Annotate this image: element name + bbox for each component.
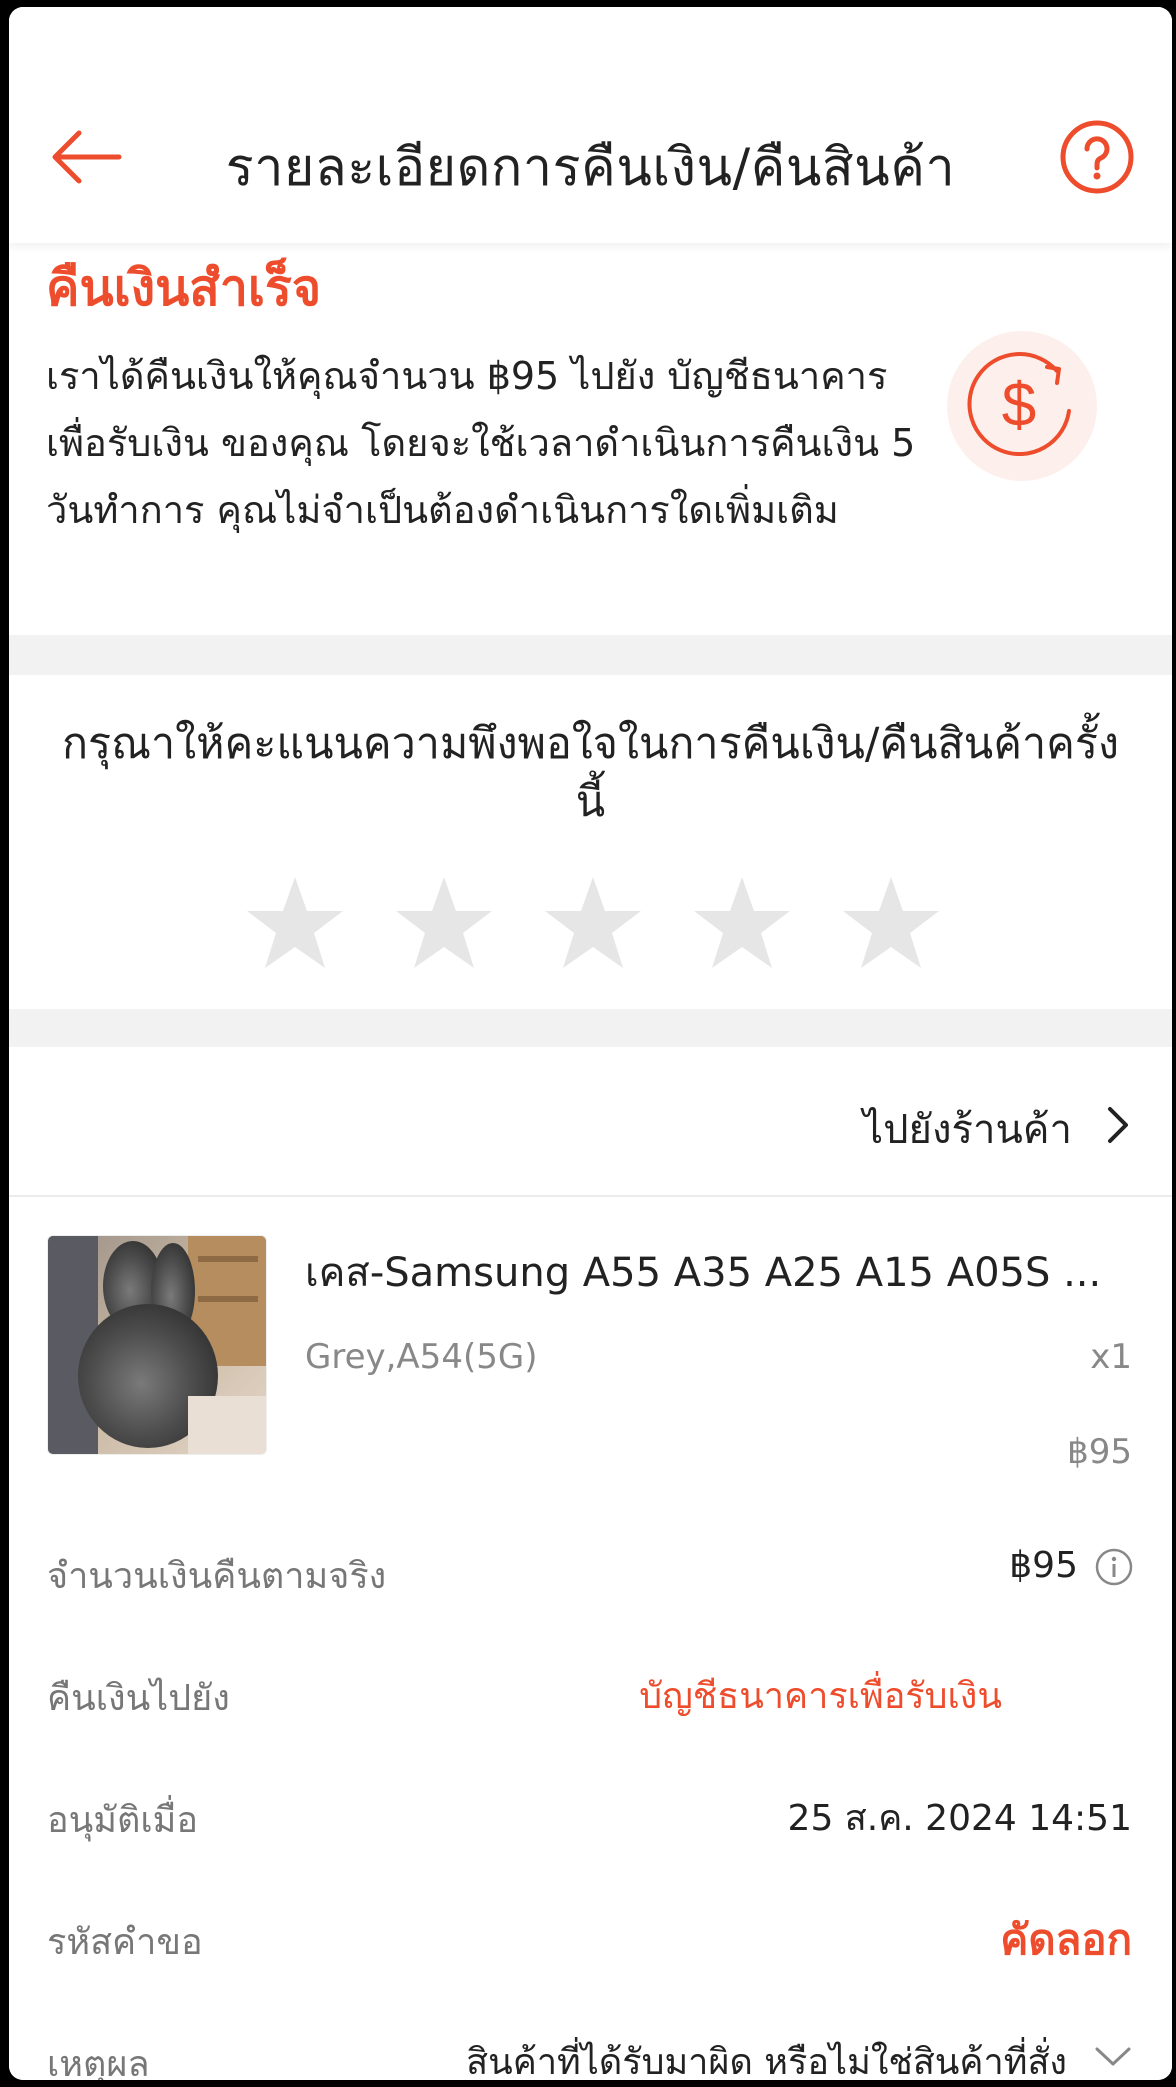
screen: รายละเอียดการคืนเงิน/คืนสินค้า คืนเงินสำ… (9, 7, 1172, 2080)
request-id-label: รหัสคำขอ (47, 1922, 203, 1963)
reason-value: สินค้าที่ได้รับมาผิด หรือไม่ใช่สินค้าที่… (466, 2042, 1067, 2080)
chevron-right-icon (1108, 1107, 1128, 1143)
star-rating (245, 873, 945, 973)
refund-status-section: คืนเงินสำเร็จ เราได้คืนเงินให้คุณจำนวน ฿… (9, 243, 1172, 635)
star-icon[interactable] (245, 873, 345, 973)
go-to-shop-link[interactable]: ไปยังร้านค้า (9, 1047, 1172, 1197)
reason-row[interactable]: เหตุผล สินค้าที่ได้รับมาผิด หรือไม่ใช่สิ… (9, 2025, 1172, 2080)
rating-section: กรุณาให้คะแนนความพึงพอใจในการคืนเงิน/คืน… (9, 675, 1172, 1009)
order-card: ไปยังร้านค้า เคส-Samsung A55 A35 A25 A15… (9, 1047, 1172, 2080)
chevron-down-icon[interactable] (1094, 2045, 1132, 2069)
reason-label: เหตุผล (47, 2044, 150, 2080)
help-button[interactable] (1059, 119, 1135, 195)
info-circle-icon[interactable] (1094, 1547, 1134, 1587)
product-image (48, 1236, 266, 1454)
refund-icon-badge: $ (947, 331, 1097, 481)
product-name[interactable]: เคส-Samsung A55 A35 A25 A15 A05S ... (305, 1240, 1125, 1304)
approved-label: อนุมัติเมื่อ (47, 1800, 198, 1841)
product-variant: Grey,A54(5G) (305, 1337, 538, 1377)
section-divider (9, 635, 1172, 675)
dollar-refresh-icon: $ (967, 352, 1071, 456)
section-divider (9, 1009, 1172, 1047)
star-icon[interactable] (394, 873, 494, 973)
app-header: รายละเอียดการคืนเงิน/คืนสินค้า (9, 7, 1172, 243)
star-icon[interactable] (841, 873, 941, 973)
page-title: รายละเอียดการคืนเงิน/คืนสินค้า (225, 138, 956, 198)
svg-text:$: $ (1002, 371, 1036, 440)
question-circle-icon (1060, 120, 1134, 194)
refund-status-description: เราได้คืนเงินให้คุณจำนวน ฿95 ไปยัง บัญชี… (46, 354, 916, 532)
star-icon[interactable] (543, 873, 643, 973)
actual-refund-value: ฿95 (1009, 1545, 1078, 1586)
star-icon[interactable] (692, 873, 792, 973)
approved-row: อนุมัติเมื่อ 25 ส.ค. 2024 14:51 (9, 1781, 1172, 1861)
product-thumbnail[interactable] (47, 1235, 267, 1455)
refund-to-row: คืนเงินไปยัง บัญชีธนาคารเพื่อรับเงิน (9, 1659, 1172, 1739)
product-price: ฿95 (1067, 1432, 1132, 1472)
request-id-row: รหัสคำขอ คัดลอก (9, 1903, 1172, 1983)
go-to-shop-label: ไปยังร้านค้า (863, 1107, 1072, 1153)
copy-button[interactable]: คัดลอก (1000, 1907, 1132, 1973)
actual-refund-row: จำนวนเงินคืนตามจริง ฿95 (9, 1537, 1172, 1617)
rating-prompt: กรุณาให้คะแนนความพึงพอใจในการคืนเงิน/คืน… (62, 719, 1119, 827)
refund-to-label: คืนเงินไปยัง (47, 1678, 230, 1719)
actual-refund-label: จำนวนเงินคืนตามจริง (47, 1556, 387, 1597)
refund-to-value: บัญชีธนาคารเพื่อรับเงิน (639, 1676, 1002, 1717)
approved-datetime: 25 ส.ค. 2024 14:51 (787, 1798, 1132, 1839)
product-quantity: x1 (1090, 1337, 1132, 1377)
refund-status-title: คืนเงินสำเร็จ (46, 259, 322, 317)
